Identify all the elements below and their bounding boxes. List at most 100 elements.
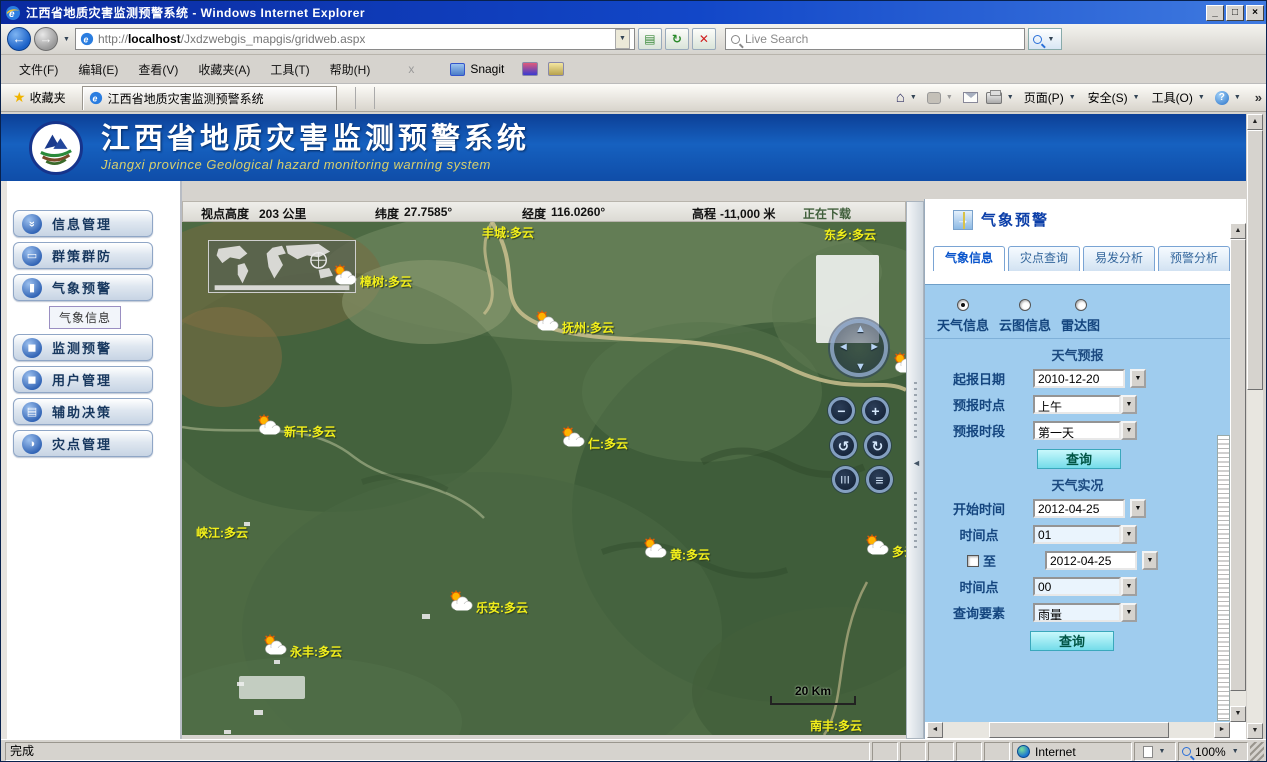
tab-warning-analysis[interactable]: 预警分析 [1158,246,1230,271]
weather-marker[interactable]: 仁:多云 [560,426,628,452]
pan-up-icon[interactable]: ▲ [855,323,866,335]
read-mail-button[interactable] [963,92,978,103]
pan-down-icon[interactable]: ▼ [855,361,866,373]
actual-query-button[interactable]: 查询 [1030,631,1114,651]
back-button[interactable]: ← [7,27,31,51]
radio-button-icon[interactable] [1075,299,1087,311]
help-button[interactable]: ?▼ [1215,91,1243,105]
feeds-button[interactable]: ▼ [927,92,955,104]
maximize-button[interactable]: □ [1226,5,1244,21]
dropdown-arrow-icon[interactable]: ▼ [1230,748,1241,755]
actual-start-select[interactable]: 2012-04-25▼ [1033,499,1146,518]
scroll-down-icon[interactable]: ▼ [1230,706,1246,722]
vertical-text-strip[interactable] [1217,435,1230,721]
dropdown-arrow-icon[interactable]: ▼ [1121,603,1137,622]
weather-marker[interactable]: 永丰:多云 [262,634,342,660]
snagit-capture-icon[interactable] [522,62,538,76]
scroll-thumb[interactable] [989,722,1169,738]
weather-marker[interactable]: 东乡:多云 [824,226,876,243]
command-page[interactable]: 页面(P)▼ [1024,89,1078,106]
print-button[interactable]: ▼ [986,92,1016,104]
home-button[interactable]: ⌂▼ [896,89,919,106]
compatibility-view-button[interactable]: ▤ [638,28,662,50]
dropdown-arrow-icon[interactable]: ▼ [1142,551,1158,570]
radio-radar-image[interactable]: 雷达图 [1061,299,1100,334]
panel-vertical-scrollbar[interactable]: ▲ ▼ [1230,223,1246,722]
forecast-time-select[interactable]: 上午▼ [1033,395,1137,414]
command-overflow[interactable]: » [1251,90,1262,105]
actual-hour2-select[interactable]: 00▼ [1033,577,1137,596]
command-tools[interactable]: 工具(O)▼ [1152,89,1207,106]
actual-hour1-select[interactable]: 01▼ [1033,525,1137,544]
resize-grip[interactable] [1250,742,1264,761]
menu-item-edit[interactable]: 编辑(E) [68,58,128,81]
scroll-left-icon[interactable]: ◄ [927,722,943,738]
search-go-button[interactable]: ▼ [1028,28,1062,50]
dropdown-arrow-icon[interactable]: ▼ [1121,577,1137,596]
sidebar-item-mass-prevention[interactable]: ▭群策群防 [13,242,153,269]
minimize-button[interactable]: _ [1206,5,1224,21]
zoom-out-button[interactable]: − [828,397,855,424]
sidebar-item-weather-warning[interactable]: ▮气象预警 [13,274,153,301]
favorites-button[interactable]: ★ 收藏夹 [7,87,72,108]
radio-weather-info[interactable]: 天气信息 [937,299,989,334]
weather-marker[interactable]: 多云 [864,534,906,560]
layers-button[interactable]: ≡ [866,466,893,493]
to-checkbox[interactable] [967,555,979,567]
zoom-control[interactable]: 100% ▼ [1178,742,1248,761]
map-canvas[interactable]: 丰城:多云东乡:多云樟树:多云抚州:多云新干:多云仁:多云峡江:多云黄:多云多云… [182,222,906,735]
forward-button[interactable]: → [34,27,58,51]
menu-item-help[interactable]: 帮助(H) [320,58,381,81]
pan-control[interactable]: ▲ ▼ ◄ ► [830,319,888,377]
weather-marker[interactable]: 樟树:多云 [332,264,412,290]
weather-marker[interactable] [892,352,906,378]
dropdown-arrow-icon[interactable]: ▼ [1157,748,1168,755]
radio-cloud-image[interactable]: 云图信息 [999,299,1051,334]
rotate-cw-button[interactable]: ↻ [864,432,891,459]
refresh-button[interactable]: ↻ [665,28,689,50]
rotate-ccw-button[interactable]: ↺ [830,432,857,459]
stop-button[interactable]: ✕ [692,28,716,50]
weather-marker[interactable]: 抚州:多云 [534,310,614,336]
weather-marker[interactable]: 峡江:多云 [196,524,248,541]
scroll-thumb[interactable] [1230,239,1246,691]
dropdown-arrow-icon[interactable]: ▼ [1121,421,1137,440]
radio-button-icon[interactable] [1019,299,1031,311]
scroll-up-icon[interactable]: ▲ [1247,114,1263,130]
command-safety[interactable]: 安全(S)▼ [1088,89,1142,106]
pan-left-icon[interactable]: ◄ [838,341,849,353]
address-dropdown-icon[interactable]: ▼ [615,29,630,49]
page-vertical-scrollbar[interactable]: ▲ ▼ [1247,114,1263,739]
sidebar-item-hazard-management[interactable]: ◑灾点管理 [13,430,153,457]
scroll-right-icon[interactable]: ► [1214,722,1230,738]
tilt-bars-button[interactable]: ||| [832,466,859,493]
menu-item-view[interactable]: 查看(V) [128,58,188,81]
dropdown-arrow-icon[interactable]: ▼ [1130,369,1146,388]
query-element-select[interactable]: 雨量▼ [1033,603,1137,622]
menu-item-file[interactable]: 文件(F) [9,58,68,81]
sidebar-item-decision-support[interactable]: ▤辅助决策 [13,398,153,425]
weather-marker[interactable]: 丰城:多云 [482,224,534,241]
collapse-arrow-icon[interactable]: ◄ [912,458,921,468]
radio-button-icon[interactable] [957,299,969,311]
zoom-in-button[interactable]: + [862,397,889,424]
search-options-icon[interactable]: ▼ [1045,36,1056,43]
forecast-query-button[interactable]: 查询 [1037,449,1121,469]
sidebar-item-info-management[interactable]: «信息管理 [13,210,153,237]
protected-mode-control[interactable]: ▼ [1134,742,1176,761]
tab-susceptibility-analysis[interactable]: 易发分析 [1083,246,1155,271]
weather-marker[interactable]: 乐安:多云 [448,590,528,616]
panel-horizontal-scrollbar[interactable]: ◄ ► [927,722,1230,738]
forecast-period-select[interactable]: 第一天▼ [1033,421,1137,440]
scroll-thumb[interactable] [1247,130,1263,390]
forecast-date-select[interactable]: 2010-12-20▼ [1033,369,1146,388]
close-button[interactable]: × [1246,5,1264,21]
menu-item-favorites[interactable]: 收藏夹(A) [188,58,260,81]
weather-marker[interactable]: 黄:多云 [642,537,710,563]
address-field[interactable]: e http://localhost/Jxdzwebgis_mapgis/gri… [75,28,635,50]
scroll-up-icon[interactable]: ▲ [1230,223,1246,239]
actual-end-select[interactable]: 2012-04-25▼ [1045,551,1158,570]
scroll-down-icon[interactable]: ▼ [1247,723,1263,739]
sidebar-subitem-weather-info[interactable]: 气象信息 [49,306,121,329]
snagit-button[interactable]: Snagit [442,60,512,78]
